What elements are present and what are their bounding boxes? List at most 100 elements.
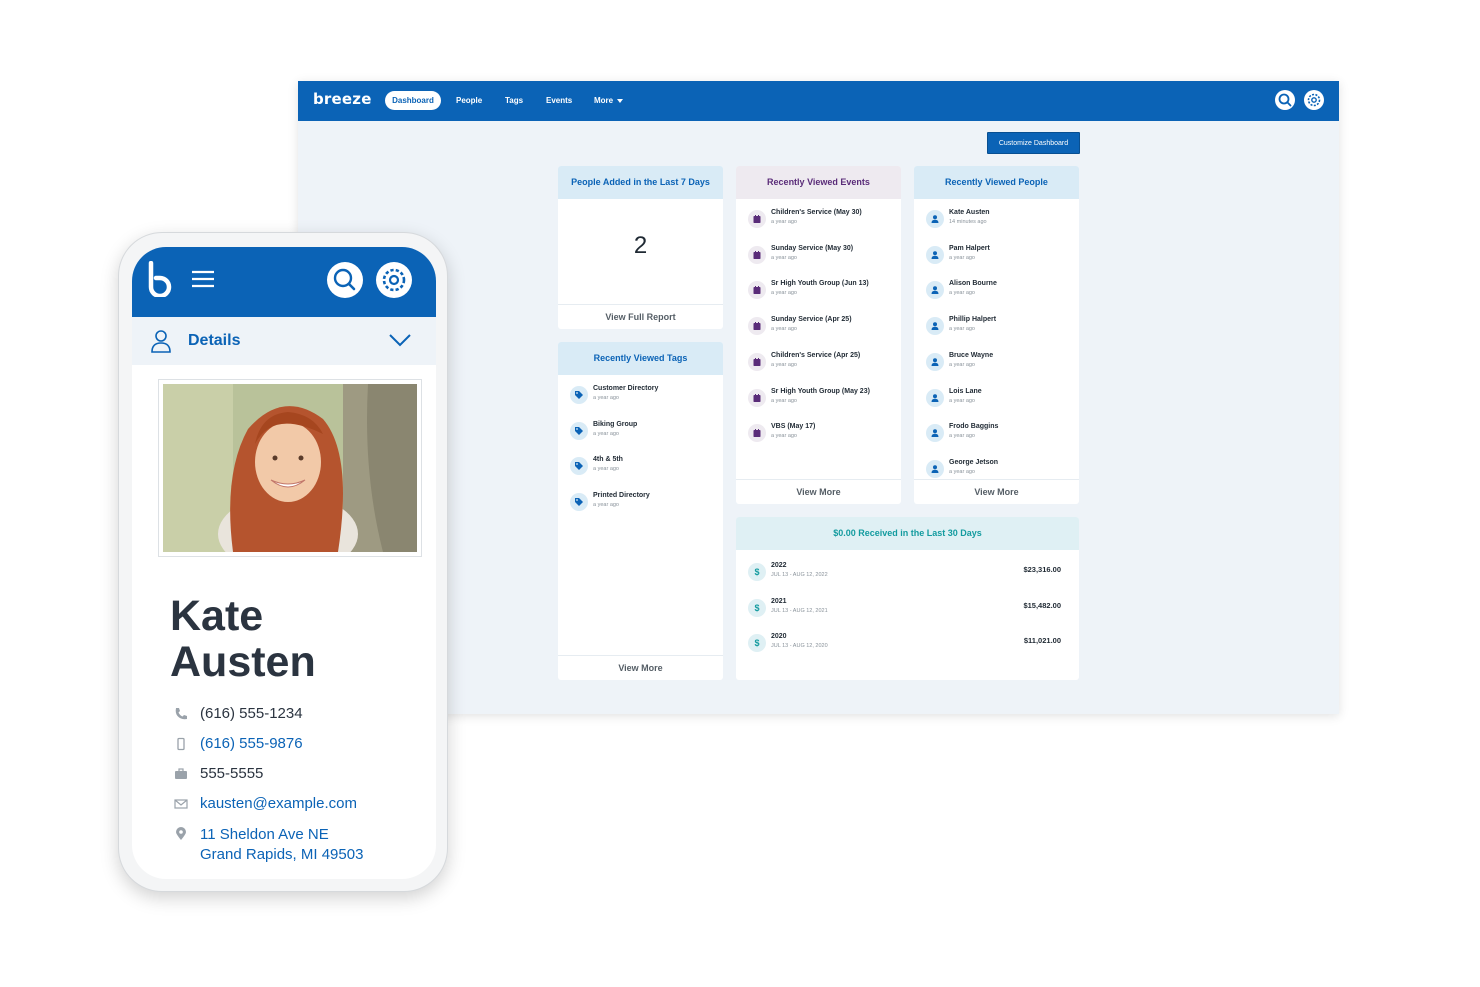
menu-icon[interactable] <box>190 269 216 289</box>
person-icon <box>931 322 939 331</box>
person-badge <box>926 245 944 264</box>
breeze-b-logo-icon[interactable] <box>147 261 173 297</box>
recent-tags-card: Recently Viewed Tags Customer Directory a… <box>558 342 723 680</box>
nav-more[interactable]: More <box>594 91 624 111</box>
events-view-more-link[interactable]: View More <box>736 479 901 504</box>
event-list-item[interactable]: Sr High Youth Group (Jun 13) a year ago <box>748 279 898 309</box>
tag-list-item[interactable]: Printed Directory a year ago <box>570 491 720 521</box>
address-line-1: 11 Sheldon Ave NE <box>200 826 329 843</box>
home-phone-row[interactable]: (616) 555-1234 <box>170 703 420 725</box>
mobile-phone-row[interactable]: (616) 555-9876 <box>170 733 420 755</box>
tags-view-more-link[interactable]: View More <box>558 655 723 680</box>
tag-list-item-name: Biking Group <box>593 420 638 428</box>
event-list-item[interactable]: Children's Service (Apr 25) a year ago <box>748 351 898 381</box>
person-icon <box>931 357 939 366</box>
mobile-search-button[interactable] <box>327 262 363 298</box>
person-list-item-time: a year ago <box>949 326 975 333</box>
view-full-report-link[interactable]: View Full Report <box>558 304 723 329</box>
person-list-item[interactable]: Kate Austen 14 minutes ago <box>926 208 1076 238</box>
tag-list-item[interactable]: 4th & 5th a year ago <box>570 455 720 485</box>
tag-badge <box>570 421 588 440</box>
event-list-item-name: Children's Service (May 30) <box>771 209 862 216</box>
event-list-item-time: a year ago <box>771 361 797 368</box>
person-list-item-time: a year ago <box>949 290 975 297</box>
people-view-more-link[interactable]: View More <box>914 479 1079 504</box>
received-range: JUL 13 - AUG 12, 2021 <box>771 607 828 614</box>
dollar-icon: $ <box>748 598 766 617</box>
work-phone-row[interactable]: 555-5555 <box>170 763 420 785</box>
event-list-item-time: a year ago <box>771 433 797 440</box>
chevron-down-icon <box>389 334 411 347</box>
person-list-item[interactable]: Lois Lane a year ago <box>926 387 1076 417</box>
received-row[interactable]: $2020 JUL 13 - AUG 12, 2020 $11,021.00 <box>748 632 1061 662</box>
received-row[interactable]: $2021 JUL 13 - AUG 12, 2021 $15,482.00 <box>748 597 1061 627</box>
settings-button[interactable] <box>1304 90 1324 110</box>
calendar-icon <box>753 357 761 366</box>
dollar-icon: $ <box>748 563 766 581</box>
event-list-item[interactable]: Sr High Youth Group (May 23) a year ago <box>748 387 898 417</box>
received-title: $0.00 Received in the Last 30 Days <box>736 517 1079 550</box>
customize-dashboard-button[interactable]: Customize Dashboard <box>987 132 1080 154</box>
person-badge <box>926 210 944 228</box>
person-badge <box>926 388 944 407</box>
received-range: JUL 13 - AUG 12, 2020 <box>771 643 828 650</box>
person-badge <box>926 317 944 336</box>
details-section-toggle[interactable]: Details <box>132 317 436 365</box>
event-list-item[interactable]: Sunday Service (Apr 25) a year ago <box>748 315 898 345</box>
breeze-logo[interactable]: breeze <box>313 90 372 108</box>
address-link[interactable]: 11 Sheldon Ave NE Grand Rapids, MI 49503 <box>200 825 363 865</box>
person-list-item-name: Pam Halpert <box>949 244 990 252</box>
nav-events[interactable]: Events <box>546 91 572 111</box>
contact-last-name: Austen <box>170 638 316 686</box>
person-list-item-name: Alison Bourne <box>949 280 997 288</box>
tag-icon <box>575 462 583 471</box>
calendar-icon <box>753 393 761 402</box>
cal-badge <box>748 352 766 371</box>
recent-events-title: Recently Viewed Events <box>736 166 901 199</box>
nav-tags[interactable]: Tags <box>505 91 523 111</box>
recent-tags-title: Recently Viewed Tags <box>558 342 723 375</box>
desktop-dashboard-window: breeze Dashboard People Tags Events More… <box>298 81 1339 714</box>
cal-badge <box>748 317 766 336</box>
person-list-item[interactable]: Pam Halpert a year ago <box>926 244 1076 274</box>
tag-list-item[interactable]: Customer Directory a year ago <box>570 384 720 414</box>
calendar-icon <box>753 322 761 331</box>
tag-list-item-name: 4th & 5th <box>593 456 623 464</box>
received-year: 2021 <box>771 597 787 605</box>
cal-badge <box>748 424 766 443</box>
mobile-settings-button[interactable] <box>376 262 412 298</box>
address-row[interactable]: 11 Sheldon Ave NE Grand Rapids, MI 49503 <box>170 823 420 867</box>
received-amount: $15,482.00 <box>1023 600 1061 610</box>
search-button[interactable] <box>1275 90 1295 110</box>
cal-badge <box>748 245 766 264</box>
tag-list-item[interactable]: Biking Group a year ago <box>570 420 720 450</box>
cal-badge <box>748 210 766 228</box>
event-list-item[interactable]: VBS (May 17) a year ago <box>748 422 898 452</box>
tag-badge <box>570 386 588 404</box>
received-year: 2022 <box>771 562 787 569</box>
nav-people[interactable]: People <box>456 91 482 111</box>
person-list-item-name: Frodo Baggins <box>949 423 999 431</box>
tag-icon <box>575 426 583 435</box>
nav-dashboard[interactable]: Dashboard <box>385 91 441 110</box>
email-row[interactable]: kausten@example.com <box>170 793 420 815</box>
calendar-icon <box>753 429 761 438</box>
mail-icon <box>174 799 188 809</box>
email-link[interactable]: kausten@example.com <box>200 795 357 812</box>
contact-first-name: Kate <box>170 592 264 640</box>
person-list-item[interactable]: Alison Bourne a year ago <box>926 279 1076 309</box>
recent-people-title: Recently Viewed People <box>914 166 1079 199</box>
event-list-item-name: VBS (May 17) <box>771 423 816 431</box>
tag-list-item-time: a year ago <box>593 502 619 509</box>
person-list-item[interactable]: Phillip Halpert a year ago <box>926 315 1076 345</box>
briefcase-icon <box>175 768 187 779</box>
profile-photo-frame <box>158 379 422 557</box>
event-list-item-time: a year ago <box>771 290 797 297</box>
event-list-item[interactable]: Sunday Service (May 30) a year ago <box>748 244 898 274</box>
person-list-item[interactable]: Frodo Baggins a year ago <box>926 422 1076 452</box>
event-list-item[interactable]: Children's Service (May 30) a year ago <box>748 208 898 238</box>
event-list-item-name: Children's Service (Apr 25) <box>771 351 861 359</box>
person-list-item[interactable]: Bruce Wayne a year ago <box>926 351 1076 381</box>
received-row[interactable]: $2022 JUL 13 - AUG 12, 2022 $23,316.00 <box>748 561 1061 591</box>
mobile-phone-link[interactable]: (616) 555-9876 <box>200 735 303 752</box>
